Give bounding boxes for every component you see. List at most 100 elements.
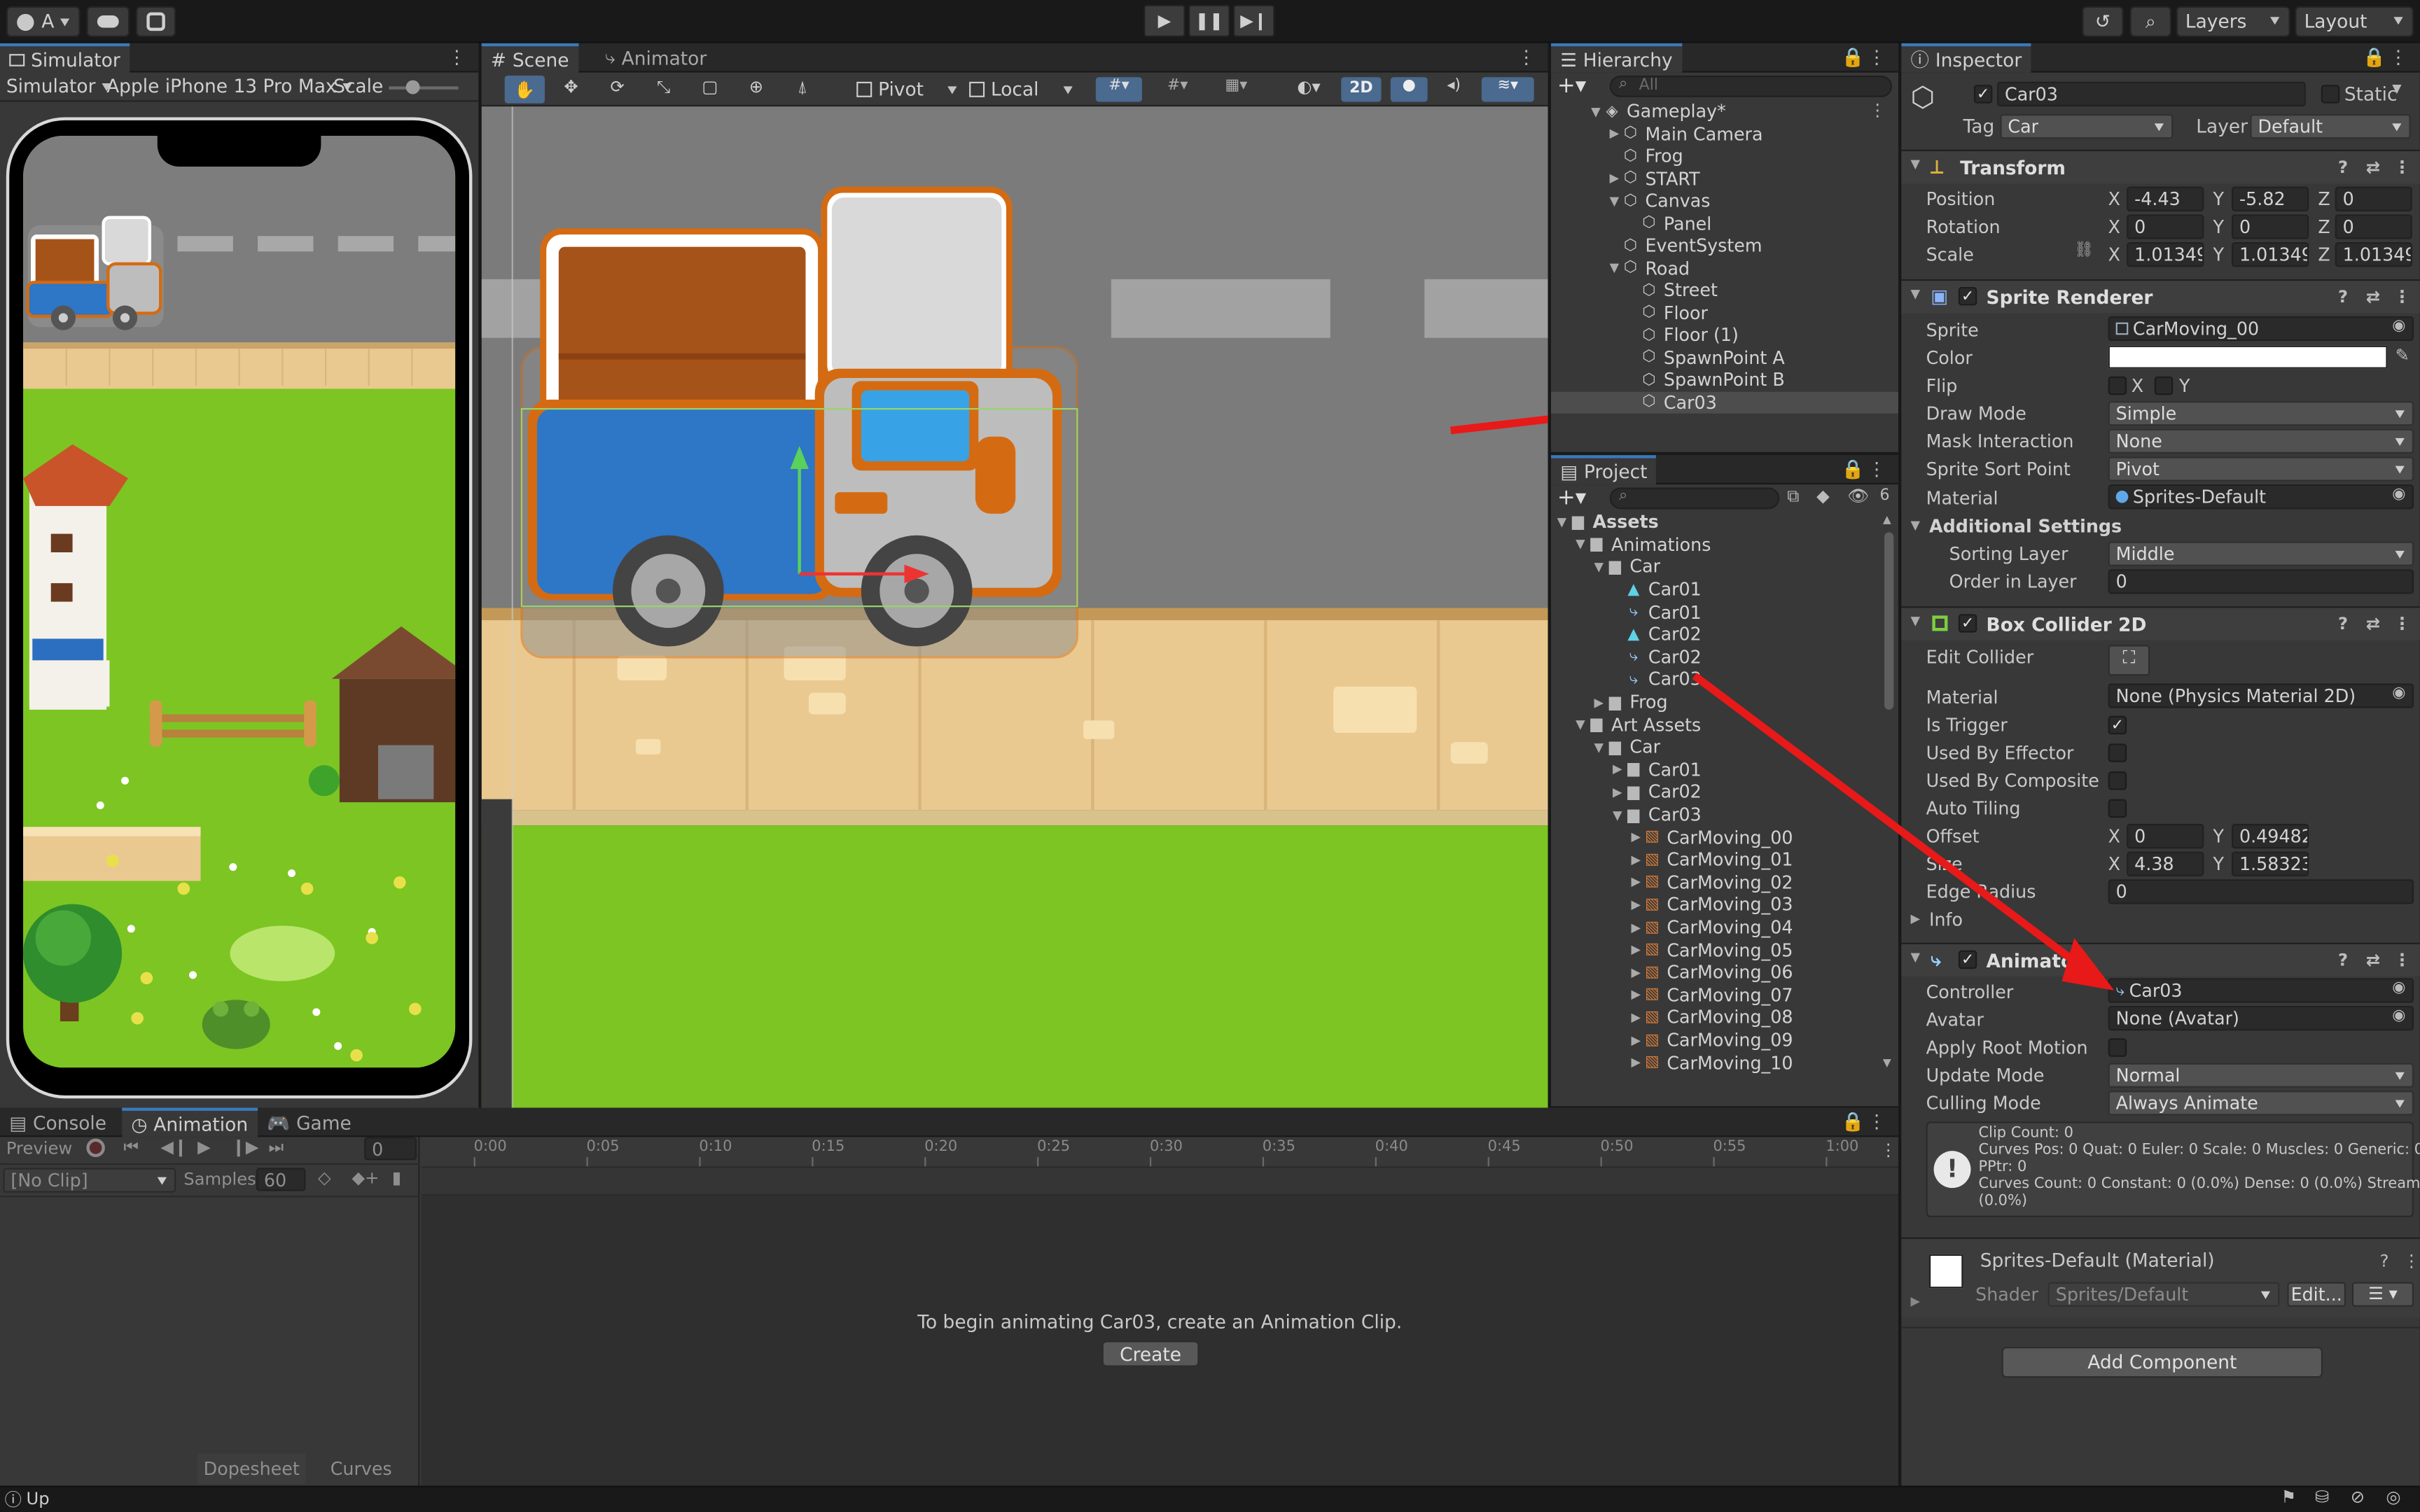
effects-toggle[interactable]: ≋▾ <box>1481 77 1534 102</box>
static-checkbox[interactable] <box>2321 85 2340 104</box>
size-y-field[interactable]: 1.583235 <box>2231 851 2309 876</box>
tab-project[interactable]: ▤ Project <box>1551 455 1657 485</box>
step-button[interactable]: ▶❙ <box>1232 4 1275 37</box>
move-tool-button[interactable]: ✥ <box>552 77 590 102</box>
active-checkbox[interactable]: ✓ <box>1973 85 1993 104</box>
dopesheet-area[interactable]: To begin animating Car03, create an Anim… <box>421 1196 1898 1486</box>
search-by-label-icon[interactable]: ◆ <box>1816 486 1830 506</box>
collapse-icon[interactable]: ▼ <box>1911 614 1921 628</box>
tree-item[interactable]: ▼ ◈ Gameplay* <box>1551 100 1898 122</box>
collapsed-arrow-icon[interactable]: ▶ <box>1628 830 1643 844</box>
event-lane[interactable] <box>421 1168 1898 1196</box>
tab-hierarchy[interactable]: ☰ Hierarchy <box>1551 43 1682 73</box>
expand-icon[interactable]: ▶ <box>1911 1294 1921 1308</box>
tree-item[interactable]: ▼ ▆ Animations <box>1551 533 1898 556</box>
sprite-renderer-enabled-checkbox[interactable]: ✓ <box>1958 286 1977 306</box>
tree-item[interactable]: ▼ ▆ Car <box>1551 556 1898 578</box>
dopesheet-button[interactable]: Dopesheet <box>197 1453 306 1485</box>
collapsed-arrow-icon[interactable]: ▶ <box>1628 988 1643 1002</box>
search-by-type-icon[interactable]: ⧉ <box>1787 486 1799 507</box>
apply-root-motion-checkbox[interactable] <box>2108 1038 2127 1057</box>
2d-toggle[interactable]: 2D <box>1341 77 1382 102</box>
tab-animation[interactable]: ◷ Animation <box>122 1107 258 1138</box>
custom-tool-button[interactable]: ⍋ <box>784 77 821 102</box>
presets-icon[interactable]: ⇄ <box>2366 614 2380 634</box>
layout-dropdown[interactable]: Layout <box>2295 6 2414 37</box>
add-keyframe-icon[interactable]: ◇ <box>318 1168 331 1188</box>
debug-mode-icon[interactable]: ⚑ <box>2281 1488 2297 1508</box>
update-mode-dropdown[interactable]: Normal <box>2108 1063 2414 1088</box>
more-icon[interactable]: ⋮ <box>1517 46 1536 68</box>
lock-icon[interactable]: 🔒 <box>1841 1111 1864 1133</box>
cloud-button[interactable] <box>86 6 130 37</box>
presets-icon[interactable]: ⇄ <box>2366 158 2380 178</box>
culling-mode-dropdown[interactable]: Always Animate <box>2108 1091 2414 1116</box>
first-key-icon[interactable]: ⏮ <box>123 1137 139 1158</box>
component-menu-icon[interactable]: ⋮ <box>2393 951 2410 971</box>
scale-slider[interactable] <box>389 80 459 94</box>
local-dropdown[interactable]: Local <box>969 77 1073 102</box>
flip-x-checkbox[interactable] <box>2108 376 2127 396</box>
tree-item[interactable]: ⬡ Car03 <box>1551 391 1898 414</box>
timeline-ruler[interactable]: 0:00 0:05 0:10 0:15 0:20 0:25 0:30 0:35 0:40 0:45… <box>421 1137 1898 1168</box>
expanded-arrow-icon[interactable]: ▼ <box>1554 515 1569 529</box>
object-picker-icon[interactable]: ◉ <box>2392 486 2405 503</box>
collab-button[interactable] <box>135 6 176 37</box>
pause-button[interactable]: ❚❚ <box>1188 4 1230 37</box>
help-icon[interactable]: ? <box>2338 951 2348 971</box>
rotation-z-field[interactable]: 0 <box>2335 214 2412 239</box>
shader-dropdown[interactable]: Sprites/Default <box>2047 1282 2280 1307</box>
hierarchy-search-input[interactable]: ⌕ All <box>1609 75 1893 97</box>
more-icon[interactable]: ⋮ <box>1879 1140 1896 1161</box>
simulator-mode-dropdown[interactable]: Simulator <box>6 74 111 99</box>
previous-key-icon[interactable]: ◀❙ <box>160 1137 188 1157</box>
collider-material-field[interactable]: None (Physics Material 2D) <box>2108 683 2414 708</box>
draw-mode-button[interactable]: ◐▾ <box>1284 77 1334 102</box>
tree-item[interactable]: ▼ ⬡ Canvas <box>1551 190 1898 212</box>
material-field[interactable]: Sprites-Default <box>2108 484 2414 510</box>
expanded-arrow-icon[interactable]: ▼ <box>1588 104 1604 118</box>
tab-inspector[interactable]: ⓘ Inspector <box>1901 43 2031 73</box>
transform-header[interactable]: ▼ ⟂ Transform ? ⇄ ⋮ <box>1901 149 2420 184</box>
event-marker-icon[interactable]: ▮ <box>392 1168 401 1188</box>
scale-tool-button[interactable]: ⤡ <box>645 77 682 102</box>
color-swatch[interactable] <box>2108 345 2388 369</box>
record-button[interactable] <box>86 1138 105 1157</box>
scene-menu-icon[interactable]: ⋮ <box>1869 100 1886 120</box>
tree-item[interactable]: ▼ ⬡ Road <box>1551 257 1898 279</box>
object-picker-icon[interactable]: ◉ <box>2392 318 2405 335</box>
help-icon[interactable]: ? <box>2338 158 2348 178</box>
layers-dropdown[interactable]: Layers <box>2176 6 2290 37</box>
mask-interaction-dropdown[interactable]: None <box>2108 428 2414 454</box>
next-key-icon[interactable]: ❙▶ <box>232 1137 259 1157</box>
size-x-field[interactable]: 4.38 <box>2127 851 2204 876</box>
collapsed-arrow-icon[interactable]: ▶ <box>1606 172 1622 186</box>
collapsed-arrow-icon[interactable]: ▶ <box>1628 875 1643 889</box>
object-picker-icon[interactable]: ◉ <box>2392 1007 2405 1024</box>
tag-dropdown[interactable]: Car <box>2000 114 2174 139</box>
edit-shader-button[interactable]: Edit... <box>2287 1282 2346 1307</box>
offset-y-field[interactable]: 0.49482 <box>2231 823 2309 849</box>
help-icon[interactable]: ? <box>2338 614 2348 634</box>
tree-item[interactable]: ▶ ⬡ Main Camera <box>1551 122 1898 145</box>
position-z-field[interactable]: 0 <box>2335 186 2412 211</box>
layer-dropdown[interactable]: Default <box>2250 114 2411 139</box>
scale-x-field[interactable]: 1.01349 <box>2127 242 2204 267</box>
tree-item[interactable]: ⬡ EventSystem <box>1551 234 1898 257</box>
component-menu-icon[interactable]: ⋮ <box>2393 614 2410 634</box>
rotation-y-field[interactable]: 0 <box>2231 214 2309 239</box>
object-picker-icon[interactable]: ◉ <box>2392 685 2405 702</box>
collapse-icon[interactable]: ▼ <box>1911 287 1921 301</box>
rotate-tool-button[interactable]: ⟳ <box>599 77 636 102</box>
samples-field[interactable]: 60 <box>256 1168 306 1191</box>
presets-icon[interactable]: ⇄ <box>2366 951 2380 971</box>
order-in-layer-field[interactable]: 0 <box>2108 569 2414 594</box>
shader-options-button[interactable]: ☰ ▾ <box>2351 1282 2414 1307</box>
position-y-field[interactable]: -5.82 <box>2231 186 2309 211</box>
lighting-toggle[interactable]: ● <box>1390 77 1428 102</box>
frame-field[interactable]: 0 <box>364 1137 417 1161</box>
collapsed-arrow-icon[interactable]: ▶ <box>1610 785 1625 799</box>
expanded-arrow-icon[interactable]: ▼ <box>1591 740 1606 754</box>
box-collider-enabled-checkbox[interactable]: ✓ <box>1958 614 1977 633</box>
link-icon[interactable]: ⛓ <box>2074 242 2094 259</box>
